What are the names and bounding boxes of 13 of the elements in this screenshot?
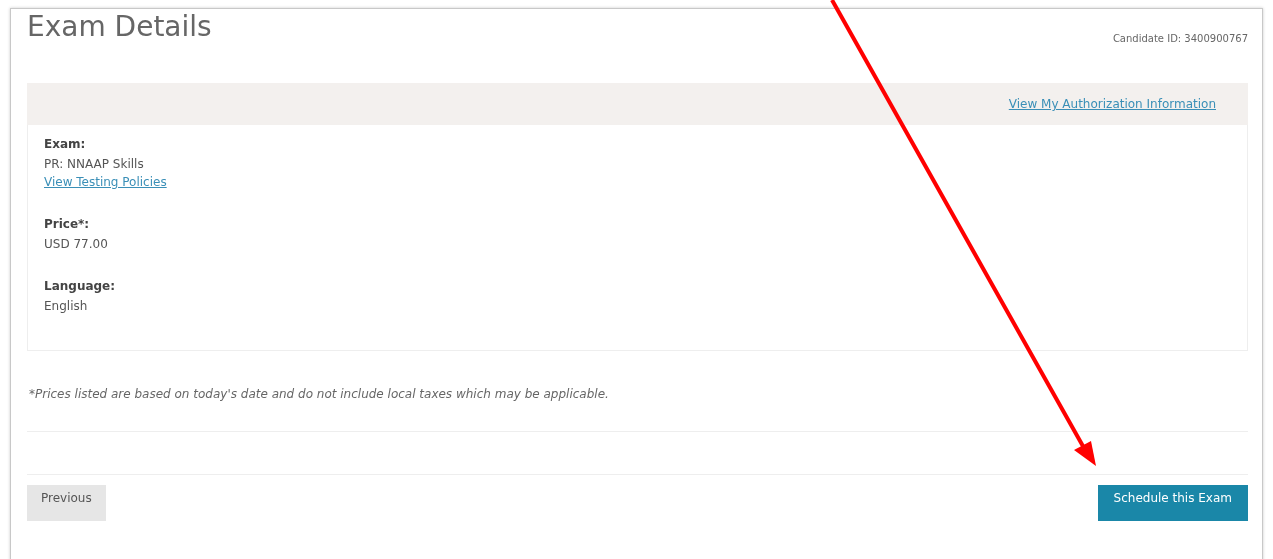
schedule-button[interactable]: Schedule this Exam bbox=[1097, 485, 1248, 521]
previous-button[interactable]: Previous bbox=[27, 485, 106, 521]
authorization-link[interactable]: View My Authorization Information bbox=[1008, 97, 1216, 111]
field-value: English bbox=[44, 299, 88, 313]
price-footnote: *Prices listed are based on today's date and do not include local taxes which may be applicable. bbox=[29, 387, 610, 401]
field-label: Language: bbox=[44, 279, 116, 293]
candidate-id: Candidate ID: 3400900767 bbox=[1112, 33, 1248, 44]
testing-policies-link[interactable]: View Testing Policies bbox=[44, 175, 167, 189]
page-title: Exam Details bbox=[27, 13, 212, 41]
field-value: PR: NNAAP Skills bbox=[44, 157, 144, 171]
field-value: USD 77.00 bbox=[44, 237, 108, 251]
field-label: Exam: bbox=[44, 137, 86, 151]
field-label: Price*: bbox=[44, 217, 90, 231]
